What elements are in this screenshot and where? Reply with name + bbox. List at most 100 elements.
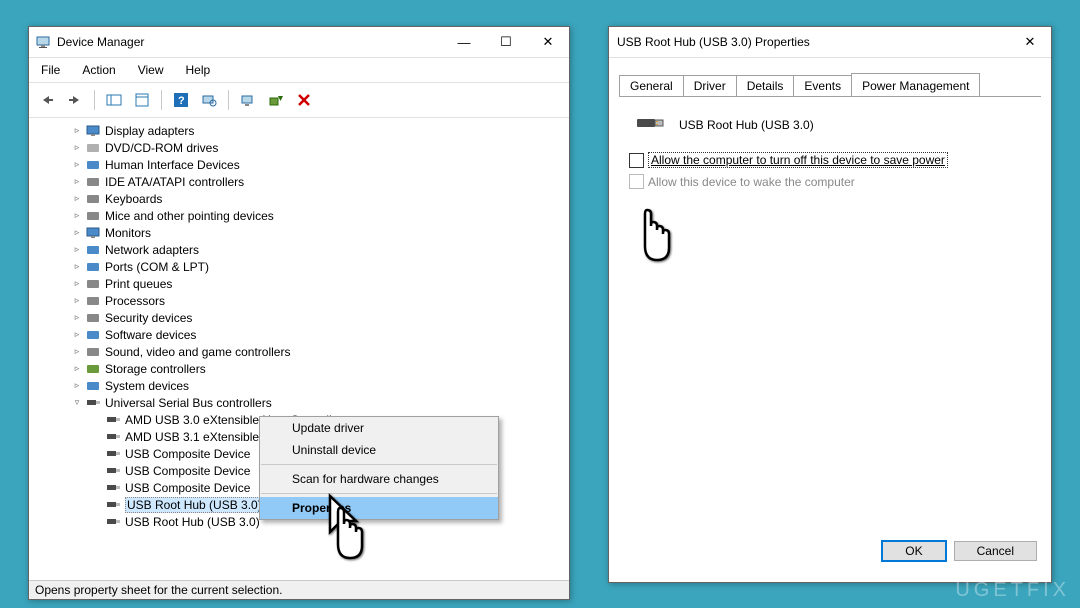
- expand-icon[interactable]: [91, 482, 103, 494]
- device-tree[interactable]: ▹ Display adapters▹DVD/CD-ROM drives▹Huma…: [29, 118, 569, 596]
- tree-label: Display adapters: [105, 124, 194, 138]
- menubar: File Action View Help: [29, 58, 569, 82]
- expand-icon[interactable]: ▹: [71, 227, 83, 239]
- tree-node[interactable]: ▹Sound, video and game controllers: [31, 343, 567, 360]
- device-name: USB Root Hub (USB 3.0): [679, 118, 814, 132]
- label-allow-turnoff: Allow the computer to turn off this devi…: [648, 152, 948, 168]
- app-icon: [35, 34, 51, 50]
- device-icon: [85, 208, 101, 224]
- context-menu-item[interactable]: Properties: [260, 497, 498, 519]
- expand-icon[interactable]: [91, 516, 103, 528]
- tab-events[interactable]: Events: [793, 75, 852, 96]
- tree-node[interactable]: ▿ Universal Serial Bus controllers: [31, 394, 567, 411]
- context-menu: Update driverUninstall device Scan for ha…: [259, 416, 499, 520]
- device-icon: [105, 497, 121, 513]
- toolbar: ?: [29, 82, 569, 118]
- maximize-button[interactable]: ☐: [485, 28, 527, 56]
- tab-general[interactable]: General: [619, 75, 684, 96]
- properties-button[interactable]: [130, 88, 154, 112]
- dialog-close-button[interactable]: ✕: [1009, 28, 1051, 56]
- expand-icon[interactable]: ▹: [71, 159, 83, 171]
- expand-icon[interactable]: [91, 465, 103, 477]
- tree-label: System devices: [105, 379, 189, 393]
- tree-node[interactable]: ▹IDE ATA/ATAPI controllers: [31, 173, 567, 190]
- device-icon: [85, 327, 101, 343]
- forward-button[interactable]: [63, 88, 87, 112]
- ok-button[interactable]: OK: [882, 541, 945, 561]
- tree-node[interactable]: ▹Processors: [31, 292, 567, 309]
- context-menu-item[interactable]: Update driver: [260, 417, 498, 439]
- titlebar[interactable]: Device Manager — ☐ ✕: [29, 27, 569, 58]
- tree-node[interactable]: ▹ Mice and other pointing devices: [31, 207, 567, 224]
- tree-label: USB Root Hub (USB 3.0): [125, 497, 264, 513]
- expand-icon[interactable]: ▹: [71, 312, 83, 324]
- device-icon: [85, 378, 101, 394]
- help-button[interactable]: ?: [169, 88, 193, 112]
- tree-label: USB Root Hub (USB 3.0): [125, 515, 260, 529]
- device-icon: [85, 259, 101, 275]
- update-driver-button[interactable]: [236, 88, 260, 112]
- expand-icon[interactable]: ▹: [71, 346, 83, 358]
- tree-node[interactable]: ▹Software devices: [31, 326, 567, 343]
- cancel-button[interactable]: Cancel: [954, 541, 1037, 561]
- expand-icon[interactable]: ▹: [71, 125, 83, 137]
- tree-node[interactable]: ▹Security devices: [31, 309, 567, 326]
- expand-icon[interactable]: [91, 499, 103, 511]
- expand-icon[interactable]: ▹: [71, 244, 83, 256]
- tree-node[interactable]: ▹ System devices: [31, 377, 567, 394]
- expand-icon[interactable]: ▹: [71, 176, 83, 188]
- dialog-titlebar[interactable]: USB Root Hub (USB 3.0) Properties ✕: [609, 27, 1051, 58]
- tree-node[interactable]: ▹ Display adapters: [31, 122, 567, 139]
- tree-node[interactable]: ▹ Network adapters: [31, 241, 567, 258]
- expand-icon[interactable]: ▹: [71, 278, 83, 290]
- tree-node[interactable]: ▹ Storage controllers: [31, 360, 567, 377]
- checkbox-row-allow-wake: Allow this device to wake the computer: [629, 174, 1031, 189]
- context-menu-item[interactable]: Scan for hardware changes: [260, 468, 498, 490]
- expand-icon[interactable]: ▹: [71, 193, 83, 205]
- device-icon: [85, 157, 101, 173]
- tree-label: Mice and other pointing devices: [105, 209, 274, 223]
- tree-node[interactable]: ▹DVD/CD-ROM drives: [31, 139, 567, 156]
- close-button[interactable]: ✕: [527, 28, 569, 56]
- tab-details[interactable]: Details: [736, 75, 795, 96]
- expand-icon[interactable]: ▹: [71, 142, 83, 154]
- tree-node[interactable]: ▹Keyboards: [31, 190, 567, 207]
- tab-power-management[interactable]: Power Management: [851, 73, 980, 96]
- expand-icon[interactable]: ▹: [71, 210, 83, 222]
- scan-hardware-button[interactable]: [197, 88, 221, 112]
- expand-icon[interactable]: [91, 448, 103, 460]
- tree-label: Universal Serial Bus controllers: [105, 396, 272, 410]
- tree-node[interactable]: ▹Monitors: [31, 224, 567, 241]
- expand-icon[interactable]: ▹: [71, 261, 83, 273]
- tree-node[interactable]: ▹ Ports (COM & LPT): [31, 258, 567, 275]
- expand-icon[interactable]: [91, 414, 103, 426]
- menu-help[interactable]: Help: [180, 61, 217, 79]
- menu-view[interactable]: View: [132, 61, 170, 79]
- disable-button[interactable]: [292, 88, 316, 112]
- expand-icon[interactable]: ▿: [71, 397, 83, 409]
- tree-label: Ports (COM & LPT): [105, 260, 209, 274]
- back-button[interactable]: [35, 88, 59, 112]
- tree-node[interactable]: ▹Print queues: [31, 275, 567, 292]
- minimize-button[interactable]: —: [443, 28, 485, 56]
- device-icon: [85, 140, 101, 156]
- device-icon: [85, 276, 101, 292]
- expand-icon[interactable]: ▹: [71, 329, 83, 341]
- expand-icon[interactable]: [91, 431, 103, 443]
- expand-icon[interactable]: ▹: [71, 363, 83, 375]
- menu-action[interactable]: Action: [76, 61, 121, 79]
- tree-label: Storage controllers: [105, 362, 206, 376]
- device-icon: [85, 242, 101, 258]
- checkbox-row-allow-turnoff[interactable]: Allow the computer to turn off this devi…: [629, 152, 1031, 168]
- tree-label: Network adapters: [105, 243, 199, 257]
- menu-file[interactable]: File: [35, 61, 66, 79]
- show-hide-tree-button[interactable]: [102, 88, 126, 112]
- expand-icon[interactable]: ▹: [71, 380, 83, 392]
- uninstall-button[interactable]: [264, 88, 288, 112]
- context-menu-item[interactable]: Uninstall device: [260, 439, 498, 461]
- tree-label: USB Composite Device: [125, 481, 250, 495]
- tree-node[interactable]: ▹Human Interface Devices: [31, 156, 567, 173]
- expand-icon[interactable]: ▹: [71, 295, 83, 307]
- tab-driver[interactable]: Driver: [683, 75, 737, 96]
- checkbox-allow-turnoff[interactable]: [629, 153, 644, 168]
